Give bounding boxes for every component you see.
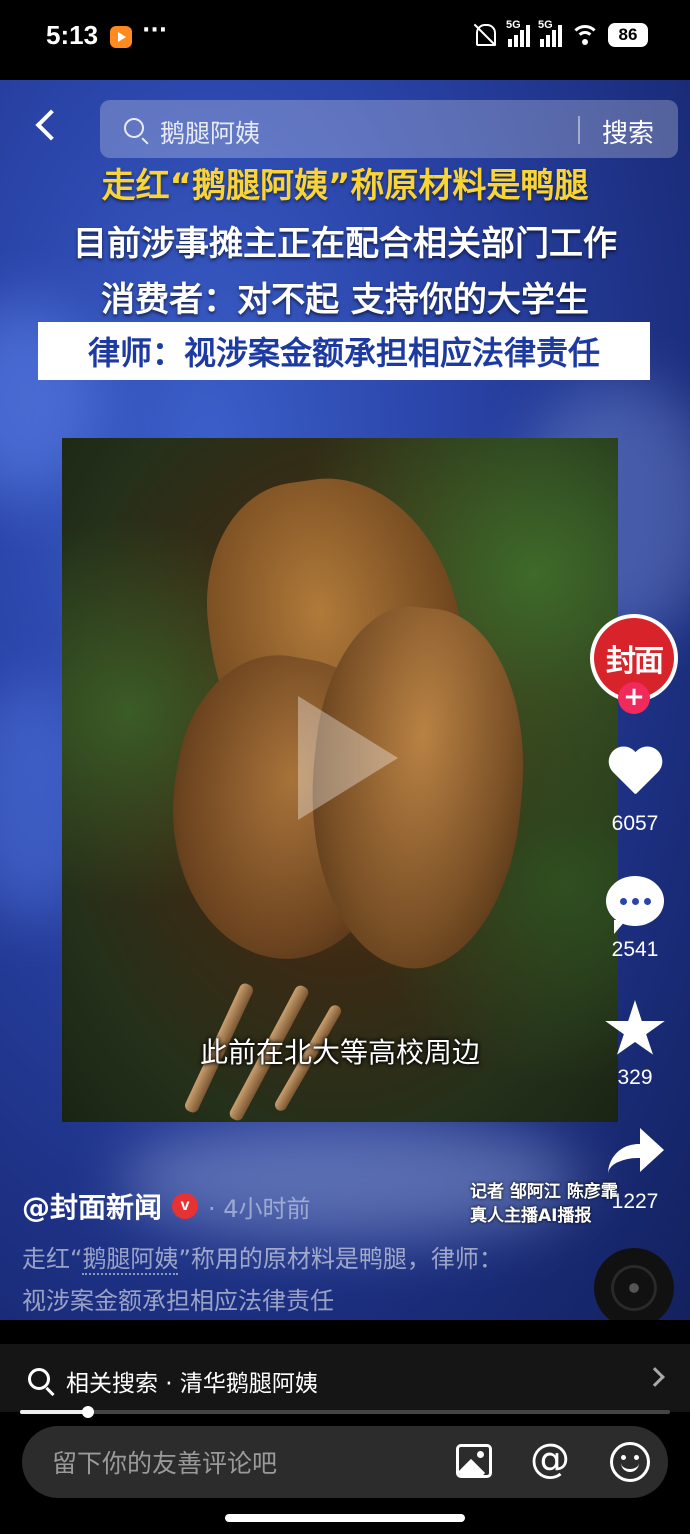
post-description[interactable]: 走红“鹅腿阿姨”称用的原材料是鸭腿，律师：视涉案金额承担相应法律责任 [22,1238,522,1320]
post-time: · 4小时前 [208,1194,311,1223]
status-indicators: 5G 5G 86 [472,19,648,48]
follow-button[interactable]: + [618,682,650,714]
search-input[interactable]: 鹅腿阿姨 搜索 [100,100,678,158]
search-divider [578,116,580,144]
mute-icon [472,22,498,48]
like-count: 6057 [611,812,659,835]
share-icon[interactable] [604,1126,666,1176]
progress-handle[interactable] [82,1406,95,1418]
video-app-icon [110,26,132,48]
verified-badge-icon: v [172,1193,199,1219]
ai-anchor-note: 真人主播AI播报 [470,1206,592,1226]
battery-icon: 86 [608,23,648,47]
headline-1: 走红“鹅腿阿姨”称原材料是鸭腿 [101,166,589,206]
related-search-bar[interactable]: 相关搜索 · 清华鹅腿阿姨 [0,1344,690,1412]
search-icon [124,118,144,138]
cellular-signal-icon-2: 5G [538,19,562,47]
reporter-names: 记者 邹阿江 陈彦霏 [470,1182,618,1202]
author-row: @封面新闻 v · 4小时前 [22,1186,311,1226]
status-bar: 5:13 ··· 5G 5G 86 [0,0,690,80]
back-icon[interactable] [32,106,62,142]
comment-count: 2541 [611,938,659,961]
progress-fill [20,1410,89,1414]
video-subtitle: 此前在北大等高校周边 [199,1036,480,1069]
emoji-icon[interactable] [610,1442,650,1482]
wifi-icon [570,23,600,47]
favorite-count: 329 [617,1066,653,1089]
comment-input[interactable]: 留下你的友善评论吧 [52,1444,277,1480]
more-notifications-icon: ··· [142,18,168,43]
video-progress-bar[interactable] [20,1406,670,1418]
desc-prefix: 走红“ [22,1245,83,1273]
heart-icon[interactable] [606,748,664,802]
headline-4: 律师：视涉案金额承担相应法律责任 [87,334,600,372]
reporter-credit: 记者 邹阿江 陈彦霏 真人主播AI播报 [470,1180,618,1228]
network-type-label-2: 5G [538,19,553,31]
search-button[interactable]: 搜索 [602,113,654,150]
music-disc-icon[interactable] [594,1248,674,1320]
cellular-signal-icon: 5G [506,19,530,47]
home-indicator [225,1514,465,1522]
search-icon [28,1368,50,1390]
play-icon[interactable] [298,696,398,820]
video-player[interactable]: 鹅腿阿姨 搜索 走红“鹅腿阿姨”称原材料是鸭腿 目前涉事摊主正在配合相关部门工作… [0,80,690,1320]
headline-2: 目前涉事摊主正在配合相关部门工作 [73,224,617,264]
comment-icon[interactable] [606,876,664,934]
headline-3: 消费者：对不起 支持你的大学生 [101,280,589,320]
image-icon[interactable] [456,1444,492,1478]
related-search-text: 相关搜索 · 清华鹅腿阿姨 [66,1371,318,1397]
status-time: 5:13 [46,20,99,50]
mention-icon[interactable]: @ [530,1436,570,1482]
video-frame-photo: 此前在北大等高校周边 [62,438,618,1122]
chevron-right-icon [645,1367,665,1387]
desc-keyword-link[interactable]: 鹅腿阿姨 [82,1245,179,1275]
search-query: 鹅腿阿姨 [160,119,261,148]
network-type-label: 5G [506,19,521,31]
comment-bar: 留下你的友善评论吧 @ [22,1426,668,1498]
author-name[interactable]: @封面新闻 [22,1186,162,1226]
search-header: 鹅腿阿姨 搜索 [0,90,690,158]
